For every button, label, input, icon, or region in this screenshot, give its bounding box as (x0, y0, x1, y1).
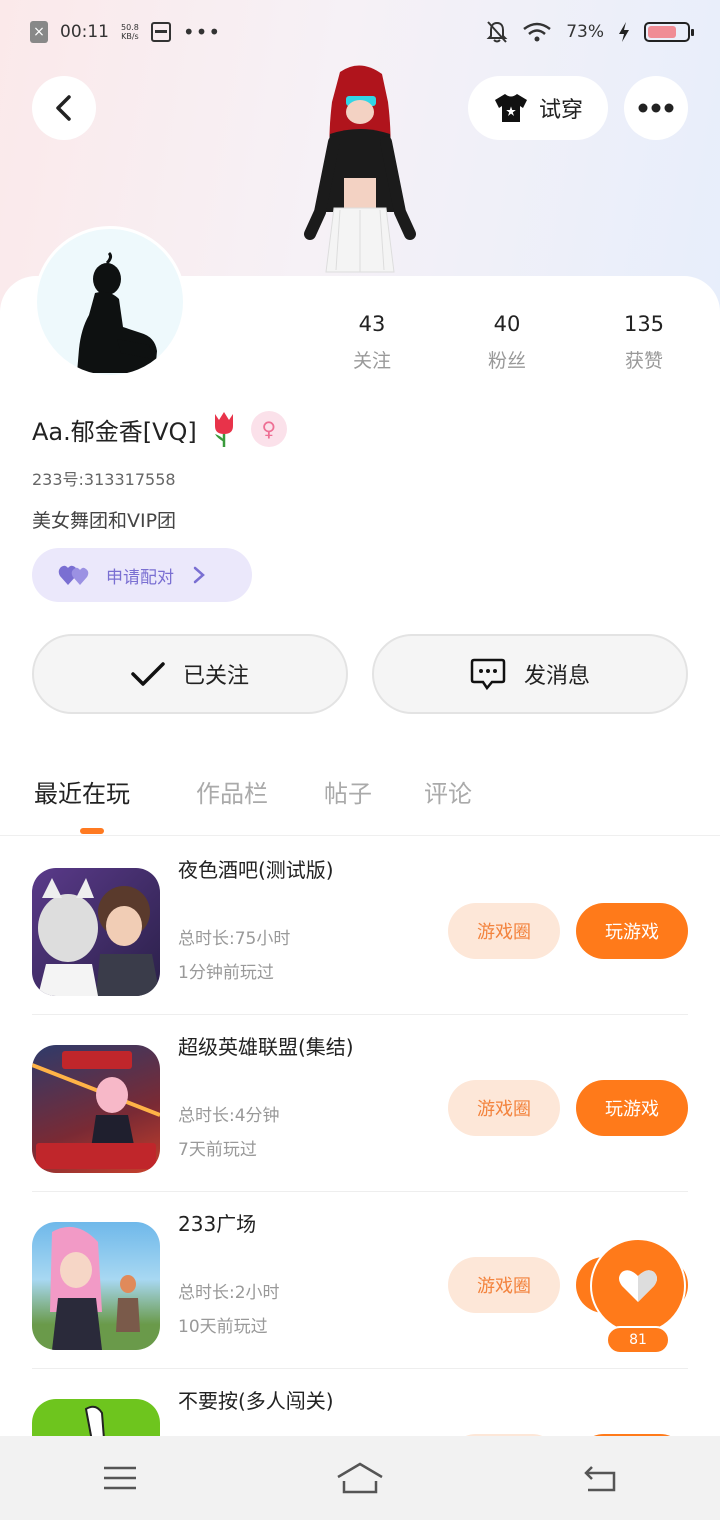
try-on-label: 试穿 (538, 98, 583, 123)
game-title: 夜色酒吧(测试版) (178, 858, 334, 882)
female-icon: ♀ (250, 411, 287, 447)
game-duration: 总时长:75小时 (178, 929, 291, 949)
following-label: 关注 (352, 350, 391, 372)
double-heart-icon (58, 565, 89, 585)
play-game-button[interactable]: 玩游戏 (576, 903, 688, 959)
chevron-left-icon (56, 95, 71, 121)
menu-button[interactable] (90, 1458, 150, 1498)
apply-pairing-button[interactable]: 申请配对 (32, 548, 252, 602)
game-last-played: 10天前玩过 (178, 1317, 268, 1337)
game-last-played: 1分钟前玩过 (178, 963, 274, 983)
more-dots-icon (638, 103, 674, 113)
user-id: 233号:313317558 (32, 470, 176, 489)
followers-count: 40 (493, 312, 521, 336)
back-nav-button[interactable] (570, 1458, 630, 1498)
more-options-button[interactable] (624, 76, 688, 140)
status-time: 00:11 (60, 22, 109, 42)
chat-bubble-icon (470, 658, 506, 691)
game-title: 233广场 (178, 1212, 257, 1236)
tab-recently-played[interactable]: 最近在玩 (34, 774, 130, 809)
like-count: 81 (606, 1326, 670, 1354)
game-icon[interactable] (32, 1222, 160, 1350)
charging-icon (619, 22, 629, 42)
game-circle-button[interactable]: 游戏圈 (448, 1257, 560, 1313)
mute-bell-icon (486, 21, 508, 43)
following-count: 43 (358, 312, 386, 336)
followed-button[interactable]: 已关注 (32, 634, 348, 714)
tulip-icon (214, 412, 233, 447)
chevron-right-icon (193, 566, 205, 584)
stat-followers[interactable]: 40 粉丝 (447, 312, 567, 373)
followers-label: 粉丝 (487, 350, 526, 372)
menu-icon (104, 1466, 136, 1490)
home-button[interactable] (330, 1458, 390, 1498)
profile-avatar[interactable] (34, 226, 186, 378)
try-on-button[interactable]: 试穿 (468, 76, 608, 140)
game-row: 超级英雄联盟(集结) 总时长:4分钟 7天前玩过 游戏圈 玩游戏 (32, 1015, 688, 1192)
battery-icon (644, 22, 694, 42)
game-last-played: 7天前玩过 (178, 1140, 257, 1160)
likes-label: 获赞 (624, 350, 663, 372)
sim-card-icon (150, 22, 171, 42)
active-tab-indicator (80, 828, 104, 834)
system-nav-bar (0, 1436, 720, 1520)
game-circle-button[interactable]: 游戏圈 (448, 903, 560, 959)
stat-likes[interactable]: 135 获赞 (584, 312, 704, 373)
game-icon[interactable] (32, 868, 160, 996)
checkmark-icon (131, 662, 165, 686)
network-speed: 50.8 KB/s (121, 23, 139, 41)
user-bio: 美女舞团和VIP团 (32, 510, 177, 532)
game-duration: 总时长:2小时 (178, 1283, 280, 1303)
game-duration: 总时长:4分钟 (178, 1106, 280, 1126)
battery-percent: 73% (566, 22, 604, 42)
tab-comments[interactable]: 评论 (424, 774, 472, 809)
followed-label: 已关注 (182, 664, 249, 689)
game-icon[interactable] (32, 1045, 160, 1173)
home-icon (337, 1462, 383, 1494)
return-icon (584, 1466, 616, 1492)
nickname: Aa.郁金香[VQ] (32, 417, 197, 446)
send-message-label: 发消息 (523, 664, 590, 689)
like-button[interactable] (590, 1238, 686, 1334)
game-title: 超级英雄联盟(集结) (178, 1035, 354, 1059)
back-button[interactable] (32, 76, 96, 140)
game-title: 不要按(多人闯关) (178, 1389, 334, 1413)
stat-following[interactable]: 43 关注 (312, 312, 432, 373)
likes-count: 135 (623, 312, 665, 336)
status-bar: × 00:11 50.8 KB/s ••• 73% (0, 0, 720, 64)
avatar-character (290, 62, 430, 276)
apply-pairing-label: 申请配对 (106, 567, 174, 588)
game-circle-button[interactable]: 游戏圈 (448, 1080, 560, 1136)
play-game-button[interactable]: 玩游戏 (576, 1080, 688, 1136)
game-row: 夜色酒吧(测试版) 总时长:75小时 1分钟前玩过 游戏圈 玩游戏 (32, 838, 688, 1015)
tab-posts[interactable]: 帖子 (324, 774, 372, 809)
no-sim-icon: × (30, 21, 48, 43)
content-tabs: 最近在玩 作品栏 帖子 评论 (0, 760, 720, 836)
more-notifications-icon: ••• (182, 20, 222, 44)
nickname-row: Aa.郁金香[VQ] ♀ (32, 410, 287, 448)
tshirt-icon (494, 94, 527, 122)
send-message-button[interactable]: 发消息 (372, 634, 688, 714)
heart-icon (619, 1270, 657, 1302)
wifi-icon (523, 22, 551, 42)
tab-works[interactable]: 作品栏 (196, 774, 268, 809)
